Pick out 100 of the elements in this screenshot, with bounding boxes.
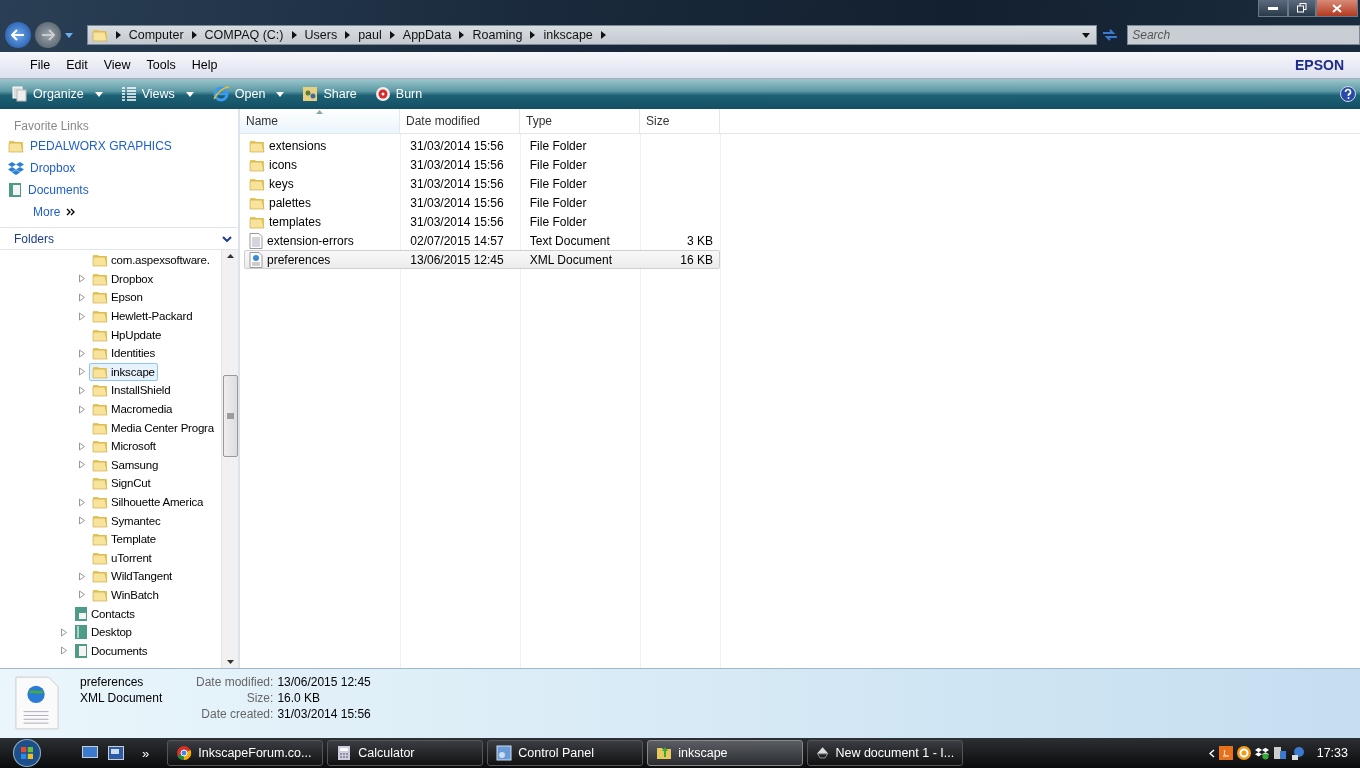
- folder-tree-item[interactable]: uTorrent: [89, 548, 155, 567]
- folder-tree-item[interactable]: Identities: [89, 344, 159, 363]
- folder-tree-item[interactable]: Symantec: [89, 511, 164, 530]
- menu-item[interactable]: File: [22, 58, 59, 72]
- breadcrumb[interactable]: paul: [358, 28, 382, 42]
- taskbar-button[interactable]: InkscapeForum.co...: [167, 740, 324, 766]
- scroll-down-icon[interactable]: [226, 660, 234, 664]
- clock[interactable]: 17:33: [1316, 746, 1348, 760]
- menu-item[interactable]: Tools: [138, 58, 184, 72]
- folder-tree-item[interactable]: WildTangent: [89, 567, 176, 586]
- expand-arrow-icon[interactable]: [78, 311, 86, 321]
- menu-item[interactable]: Edit: [58, 58, 96, 72]
- breadcrumb[interactable]: AppData: [402, 28, 452, 42]
- taskbar-button[interactable]: New document 1 - I...: [807, 740, 964, 766]
- taskbar-button[interactable]: inkscape: [647, 740, 804, 766]
- start-button[interactable]: [12, 738, 42, 768]
- notification-icon[interactable]: [1290, 746, 1305, 760]
- favorite-link[interactable]: Dropbox: [0, 157, 238, 179]
- favorite-link[interactable]: PEDALWORX GRAPHICS: [0, 135, 238, 157]
- expand-arrow-icon[interactable]: [78, 497, 86, 507]
- expand-arrow-icon[interactable]: [78, 385, 86, 395]
- file-row[interactable]: keys 31/03/2014 15:56 File Folder: [244, 174, 720, 193]
- folder-tree-item[interactable]: HpUpdate: [89, 325, 165, 344]
- expand-arrow-icon[interactable]: [78, 571, 86, 581]
- network-icon[interactable]: [1272, 746, 1287, 760]
- breadcrumb[interactable]: Computer: [128, 28, 184, 42]
- tray-app-icon[interactable]: [1236, 746, 1251, 760]
- folders-header[interactable]: Folders: [0, 227, 238, 250]
- folder-tree-item[interactable]: Macromedia: [89, 400, 176, 419]
- expand-arrow-icon[interactable]: [78, 590, 86, 600]
- show-desktop-icon[interactable]: [82, 746, 98, 760]
- back-button[interactable]: [5, 22, 31, 48]
- favorite-link[interactable]: Documents: [0, 179, 238, 201]
- toolbar-button[interactable]: Organize: [10, 84, 105, 104]
- history-dropdown-icon[interactable]: [64, 32, 73, 38]
- search-field[interactable]: Search: [1127, 25, 1360, 45]
- expand-arrow-icon[interactable]: [78, 460, 86, 470]
- breadcrumb[interactable]: COMPAQ (C:): [204, 28, 284, 42]
- expand-arrow-icon[interactable]: [78, 404, 86, 414]
- forward-button[interactable]: [34, 22, 61, 48]
- folder-tree-item[interactable]: Template: [89, 530, 160, 549]
- folder-tree-item[interactable]: Dropbox: [89, 269, 157, 288]
- breadcrumb[interactable]: Users: [304, 28, 338, 42]
- toolbar-button[interactable]: Share: [300, 84, 359, 104]
- dropdown-icon[interactable]: [1082, 32, 1091, 38]
- chevron-icon[interactable]: [530, 31, 536, 39]
- folder-tree-item[interactable]: com.aspexsoftware.: [89, 251, 213, 270]
- chevron-icon[interactable]: [345, 31, 351, 39]
- chevron-icon[interactable]: [600, 31, 606, 39]
- scroll-up-icon[interactable]: [226, 254, 234, 258]
- taskbar-button[interactable]: Calculator: [327, 740, 484, 766]
- folder-tree-item[interactable]: Desktop: [71, 623, 135, 642]
- toolbar-button[interactable]: Burn: [372, 84, 425, 104]
- chevron-icon[interactable]: [291, 31, 297, 39]
- expand-arrow-icon[interactable]: [78, 516, 86, 526]
- folder-tree-item[interactable]: Epson: [89, 288, 146, 307]
- refresh-icon[interactable]: [1101, 27, 1120, 43]
- folder-tree-item[interactable]: inkscape: [89, 362, 158, 381]
- chevron-icon[interactable]: [191, 31, 197, 39]
- help-icon[interactable]: [1340, 86, 1356, 102]
- folder-tree-item[interactable]: Documents: [71, 641, 151, 660]
- folder-tree-item[interactable]: Samsung: [89, 455, 162, 474]
- expand-arrow-icon[interactable]: [78, 441, 86, 451]
- switch-windows-icon[interactable]: [108, 746, 124, 760]
- java-icon[interactable]: [1218, 746, 1233, 760]
- folder-tree-item[interactable]: Media Center Progra: [89, 418, 217, 437]
- toolbar-button[interactable]: Views: [118, 84, 196, 104]
- file-row[interactable]: palettes 31/03/2014 15:56 File Folder: [244, 193, 720, 212]
- file-row[interactable]: icons 31/03/2014 15:56 File Folder: [244, 155, 720, 174]
- more-link[interactable]: More: [0, 201, 238, 223]
- file-row[interactable]: preferences 13/06/2015 12:45 XML Document 16 KB: [244, 250, 720, 269]
- folder-tree-item[interactable]: Hewlett-Packard: [89, 307, 196, 326]
- more-button[interactable]: »: [142, 745, 150, 761]
- breadcrumb[interactable]: Roaming: [472, 28, 523, 42]
- toolbar-button[interactable]: Open: [209, 83, 287, 105]
- menu-item[interactable]: Help: [183, 58, 226, 72]
- expand-arrow-icon[interactable]: [78, 293, 86, 302]
- scroll-thumb[interactable]: [223, 375, 238, 457]
- dropbox-icon[interactable]: [1254, 746, 1269, 760]
- expand-arrow-icon[interactable]: [60, 627, 68, 637]
- column-header[interactable]: Name: [240, 109, 400, 133]
- expand-arrow-icon[interactable]: [60, 646, 68, 656]
- file-row[interactable]: extensions 31/03/2014 15:56 File Folder: [244, 136, 720, 155]
- folder-tree-item[interactable]: Silhouette America: [89, 493, 207, 511]
- folder-tree-item[interactable]: InstallShield: [89, 381, 174, 400]
- close-button[interactable]: [1316, 0, 1358, 17]
- file-row[interactable]: extension-errors 02/07/2015 14:57 Text Document 3 KB: [244, 231, 720, 250]
- scrollbar[interactable]: [221, 250, 238, 668]
- menu-item[interactable]: View: [95, 58, 139, 72]
- restore-button[interactable]: [1288, 0, 1316, 17]
- address-bar[interactable]: Computer COMPAQ (C:) Users paul AppData Roaming inkscape: [86, 25, 1098, 45]
- folder-tree-item[interactable]: SignCut: [89, 474, 154, 493]
- folder-tree-item[interactable]: Microsoft: [89, 437, 159, 456]
- chevron-icon[interactable]: [459, 31, 465, 39]
- expand-arrow-icon[interactable]: [78, 367, 86, 377]
- chevron-icon[interactable]: [389, 31, 395, 39]
- folder-tree-item[interactable]: WinBatch: [89, 586, 162, 604]
- chevron-icon[interactable]: [115, 31, 121, 39]
- minimize-button[interactable]: [1258, 0, 1288, 17]
- taskbar-button[interactable]: Control Panel: [487, 740, 644, 766]
